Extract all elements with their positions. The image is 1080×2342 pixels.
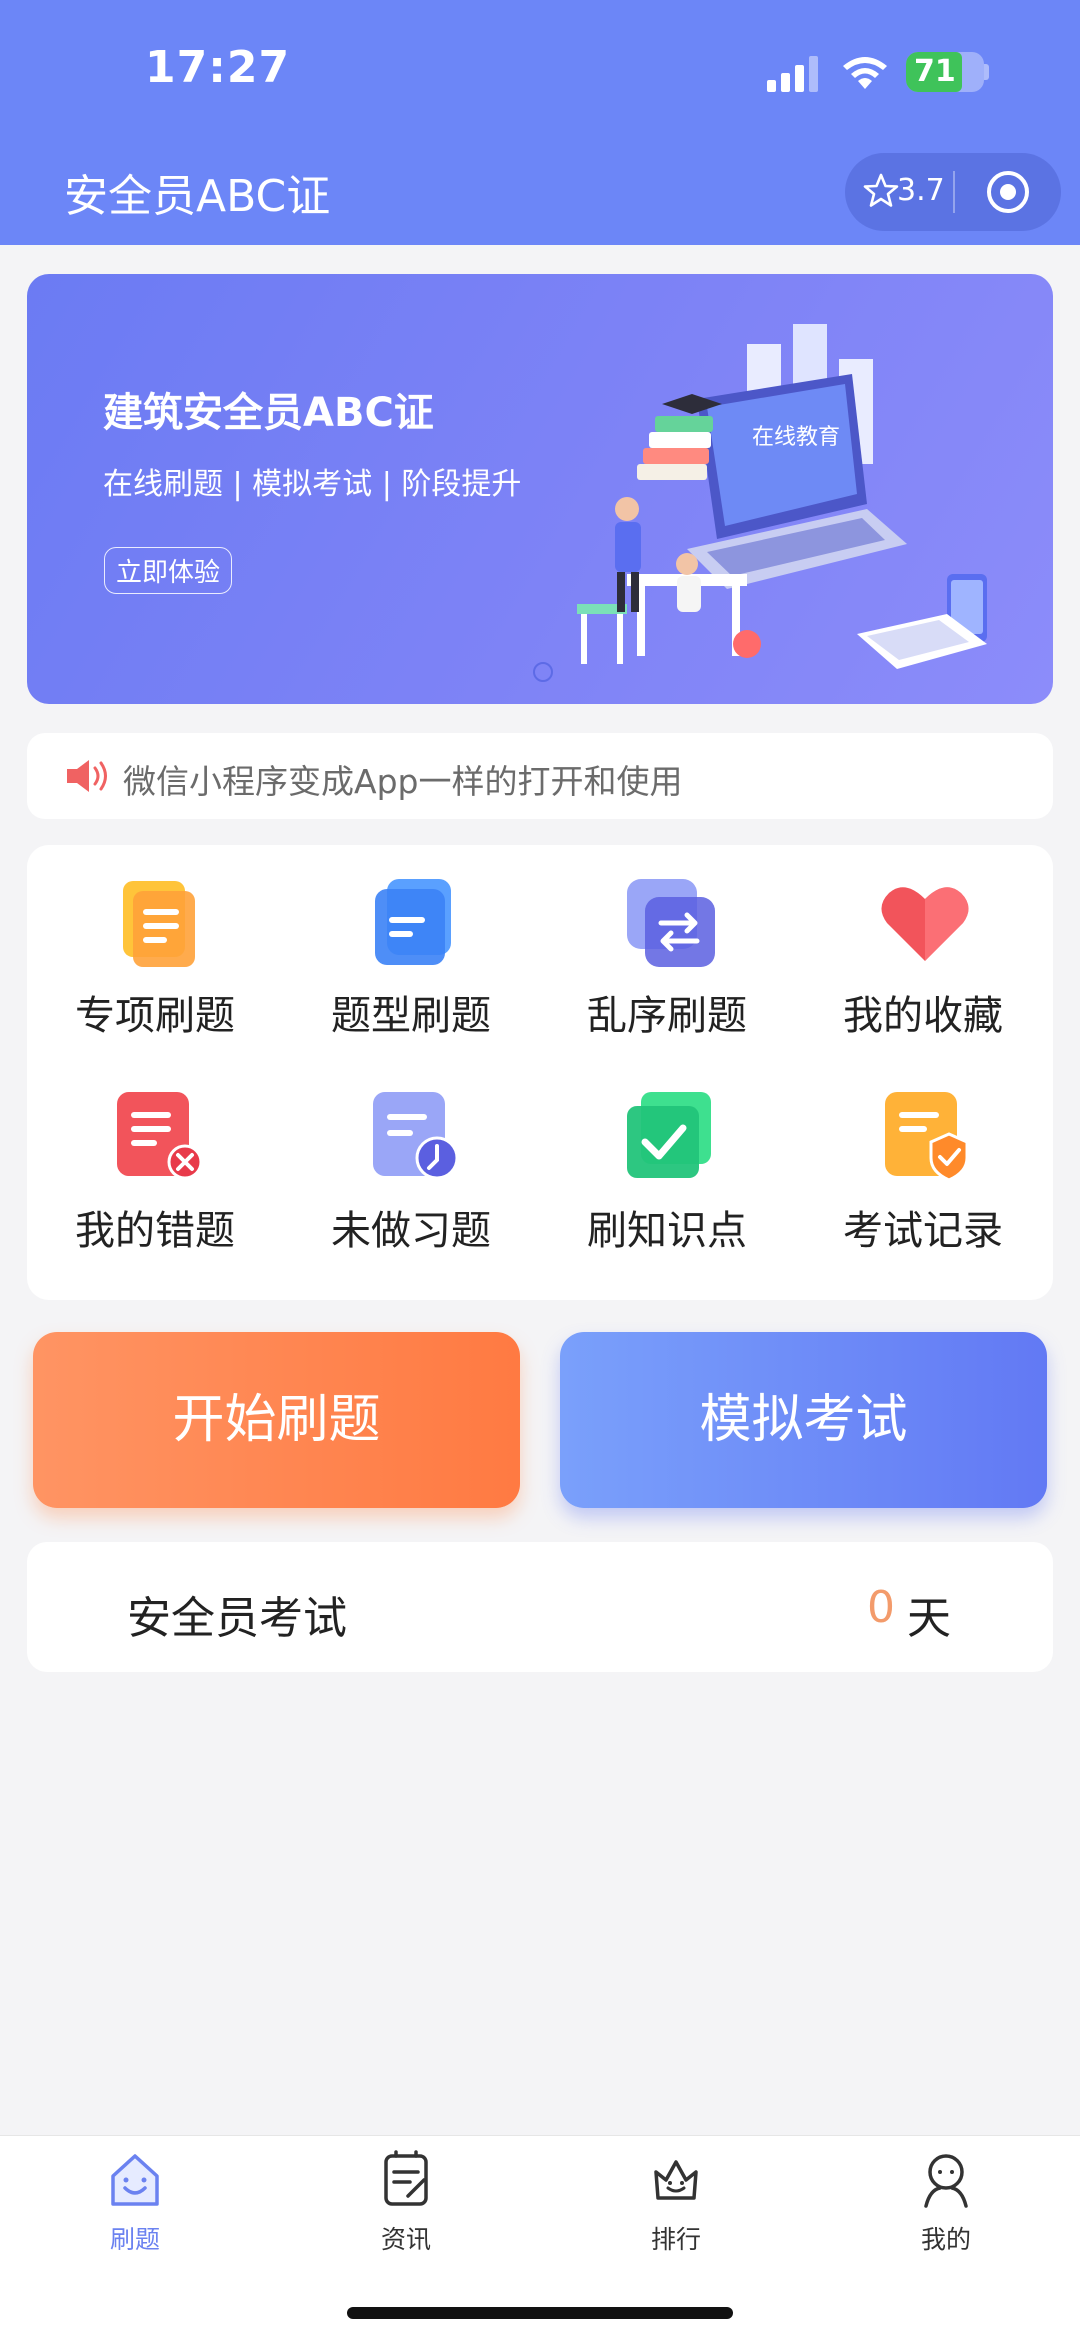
countdown-days: 0: [867, 1582, 895, 1633]
grid-item-label: 我的错题: [75, 1208, 235, 1254]
profile-icon: [924, 2154, 968, 2208]
miniprogram-capsule: 3.7: [845, 153, 1061, 231]
document-orange-icon: [123, 881, 195, 967]
news-icon: [384, 2150, 428, 2206]
tab-label: 我的: [920, 2225, 971, 2254]
tab-profile[interactable]: 我的: [846, 2150, 1046, 2260]
check-icon: [627, 1092, 711, 1178]
document-blue-icon: [375, 879, 451, 965]
grid-item-label: 刷知识点: [587, 1208, 747, 1254]
grid-item-exam-records[interactable]: 考试记录: [795, 1060, 1051, 1260]
grid-item-label: 我的收藏: [843, 993, 1003, 1039]
notice-text: 微信小程序变成App一样的打开和使用: [123, 762, 683, 801]
wifi-icon: [843, 57, 887, 89]
grid-item-favorites[interactable]: 我的收藏: [795, 845, 1051, 1045]
notice-bar[interactable]: 微信小程序变成App一样的打开和使用: [27, 733, 1053, 819]
banner-subtitle: 在线刷题 | 模拟考试 | 阶段提升: [103, 467, 522, 502]
feature-grid: 专项刷题 题型刷题 乱序刷题 我的收藏 我的错题 未做习题 刷知识点 考试记录: [27, 845, 1053, 1300]
shuffle-icon: [627, 879, 715, 967]
grid-item-label: 专项刷题: [75, 993, 235, 1039]
promo-banner[interactable]: 建筑安全员ABC证 在线刷题 | 模拟考试 | 阶段提升 立即体验 在线教育: [27, 274, 1053, 704]
star-outline-icon[interactable]: [861, 171, 901, 211]
grid-item-random-practice[interactable]: 乱序刷题: [539, 845, 795, 1045]
grid-item-label: 考试记录: [843, 1208, 1003, 1254]
clock-document-icon: [373, 1092, 459, 1180]
crown-icon: [654, 2160, 698, 2200]
countdown-unit: 天: [907, 1593, 951, 1644]
banner-try-button[interactable]: 立即体验: [104, 547, 233, 594]
tab-news[interactable]: 资讯: [306, 2150, 506, 2260]
grid-item-label: 题型刷题: [331, 993, 491, 1039]
grid-item-knowledge-points[interactable]: 刷知识点: [539, 1060, 795, 1260]
grid-item-wrong-answers[interactable]: 我的错题: [27, 1060, 283, 1260]
tab-label: 排行: [650, 2225, 701, 2254]
grid-item-type-practice[interactable]: 题型刷题: [283, 845, 539, 1045]
tab-label: 刷题: [109, 2225, 160, 2254]
heart-icon: [881, 887, 969, 961]
status-time: 17:27: [145, 42, 291, 93]
carousel-indicator[interactable]: [533, 662, 553, 682]
online-education-illustration: 在线教育: [577, 324, 987, 669]
tab-practice[interactable]: 刷题: [35, 2150, 235, 2260]
wrong-answers-icon: [117, 1092, 203, 1180]
page-title: 安全员ABC证: [64, 171, 331, 222]
rating-value: 3.7: [897, 173, 945, 208]
battery-icon: 71: [906, 52, 984, 92]
signal-icon: [767, 56, 818, 92]
battery-level: 71: [914, 54, 956, 89]
speaker-icon: [67, 760, 107, 792]
illustration-text: 在线教育: [752, 424, 840, 449]
home-icon: [111, 2154, 159, 2206]
banner-title: 建筑安全员ABC证: [103, 390, 434, 436]
tab-ranking[interactable]: 排行: [576, 2150, 776, 2260]
header: 17:27 71 安全员ABC证 3.7: [0, 0, 1080, 245]
home-indicator: [347, 2307, 733, 2319]
shield-check-icon: [885, 1092, 969, 1182]
grid-item-label: 乱序刷题: [587, 993, 747, 1039]
tab-label: 资讯: [380, 2225, 431, 2254]
countdown-label: 安全员考试: [127, 1593, 347, 1644]
start-practice-button[interactable]: 开始刷题: [33, 1332, 520, 1508]
grid-item-label: 未做习题: [331, 1208, 491, 1254]
target-icon[interactable]: [985, 169, 1031, 215]
grid-item-unanswered[interactable]: 未做习题: [283, 1060, 539, 1260]
mock-exam-button[interactable]: 模拟考试: [560, 1332, 1047, 1508]
grid-item-topic-practice[interactable]: 专项刷题: [27, 845, 283, 1045]
exam-countdown: 安全员考试 0 天: [27, 1542, 1053, 1672]
